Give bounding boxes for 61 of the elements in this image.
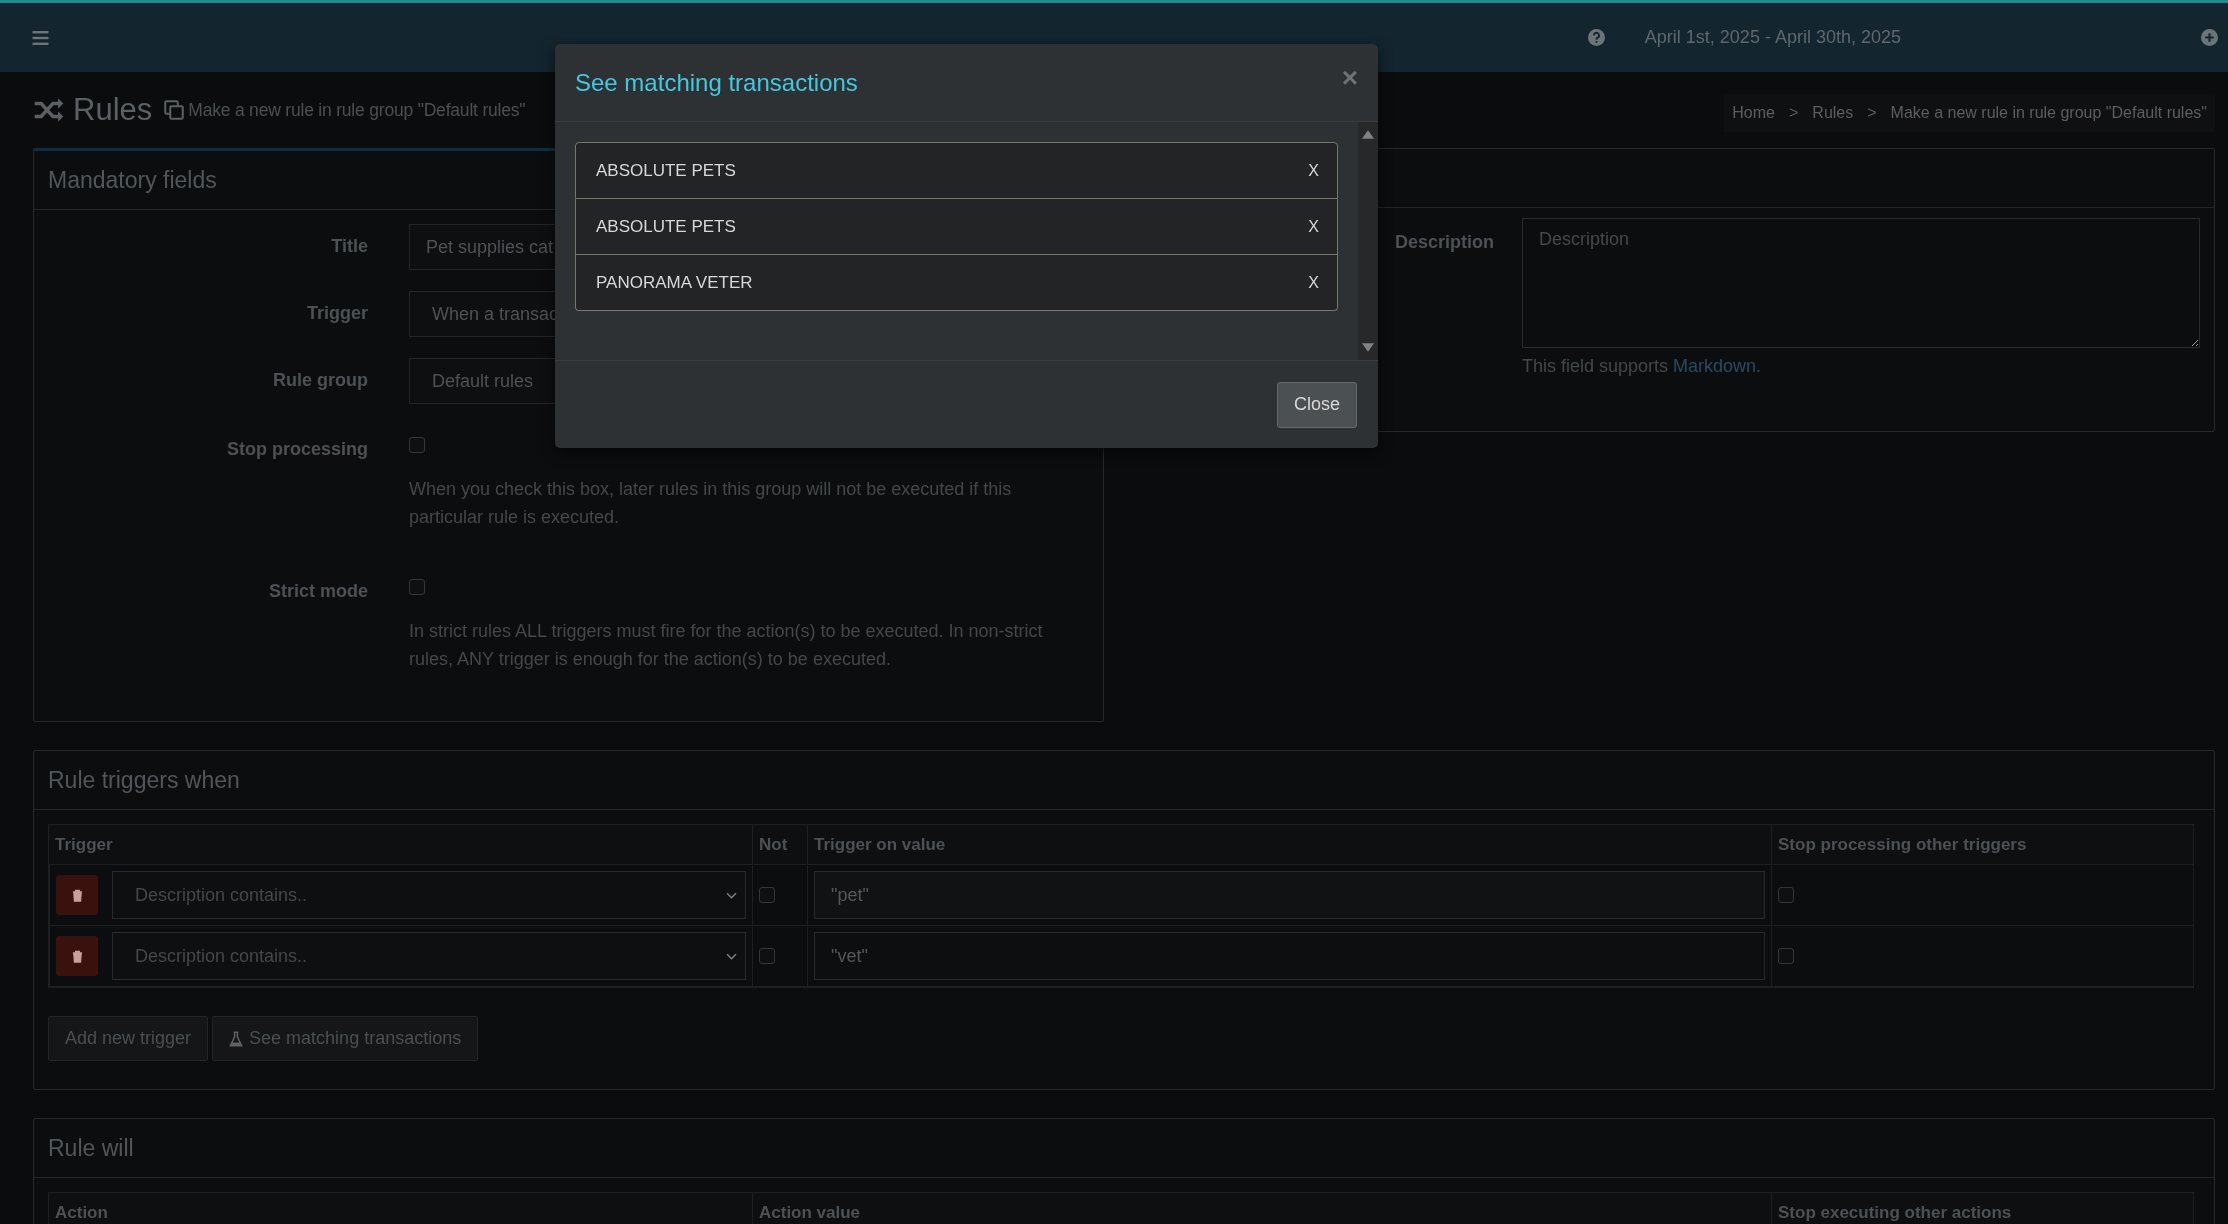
checkbox[interactable] (759, 887, 775, 903)
copy-icon (164, 100, 185, 120)
scrollbar[interactable] (1358, 122, 1378, 360)
help-text: When you check this box, later rules in this group will not be executed if this particular rule is executed. (409, 478, 1013, 529)
add-icon[interactable] (2201, 29, 2218, 46)
panel-heading: Mandatory fields (48, 166, 217, 194)
markdown-link[interactable]: Markdown (1673, 356, 1757, 376)
field-label: Strict mode (267, 580, 368, 603)
checkbox[interactable] (1778, 948, 1794, 964)
page-title: Rules (73, 92, 153, 128)
help-icon[interactable] (1587, 29, 1605, 46)
field-label: Title (330, 235, 368, 258)
flask-icon (229, 1030, 244, 1047)
remove-button[interactable]: X (1308, 273, 1319, 292)
see-matching-button[interactable]: See matching transactions (212, 1016, 479, 1061)
modal-title: See matching transactions (575, 68, 858, 97)
field-label: Stop processing (225, 438, 368, 461)
trash-icon (71, 949, 83, 963)
help-text: This field supports Markdown. (1522, 356, 1763, 377)
add-trigger-button[interactable]: Add new trigger (48, 1016, 209, 1061)
panel-heading: Rule will (48, 1134, 134, 1162)
date-range[interactable]: April 1st, 2025 - April 30th, 2025 (1644, 27, 1901, 48)
delete-button[interactable] (56, 875, 98, 915)
remove-button[interactable]: X (1308, 217, 1319, 236)
field-label: Description (1394, 232, 1494, 253)
close-button[interactable]: × (1341, 61, 1358, 94)
value-field[interactable]: "pet" (814, 871, 1765, 919)
panel-heading: Rule triggers when (48, 766, 240, 794)
checkbox[interactable] (409, 437, 425, 453)
chevron-icon (726, 891, 737, 899)
breadcrumb-item: Make a new rule in rule group "Default rules" (1890, 104, 2207, 122)
transaction-name: PANORAMA VETER (596, 272, 753, 293)
checkbox[interactable] (1778, 887, 1794, 903)
field-label: Trigger (306, 302, 368, 325)
delete-button[interactable] (56, 936, 98, 976)
remove-button[interactable]: X (1308, 161, 1319, 180)
trigger-select[interactable]: Description contains.. (112, 871, 746, 919)
transaction-name: ABSOLUTE PETS (596, 160, 736, 181)
page-subtitle: Make a new rule in rule group "Default rules" (188, 99, 526, 121)
field-label: Rule group (272, 369, 368, 392)
value-field[interactable]: "vet" (814, 932, 1765, 980)
transaction-name: ABSOLUTE PETS (596, 216, 736, 237)
trash-icon (71, 888, 83, 902)
breadcrumb-item[interactable]: Home (1732, 104, 1775, 122)
help-text: In strict rules ALL triggers must fire for the action(s) to be executed. In non-strict rules, ANY trigger is enough for the action(s) to be executed. (409, 620, 1044, 671)
scroll-up-icon[interactable] (1362, 130, 1374, 139)
trigger-select[interactable]: Description contains.. (112, 932, 746, 980)
column-header: Trigger on value (807, 825, 1771, 865)
scroll-down-icon[interactable] (1362, 343, 1374, 352)
chevron-icon (726, 952, 737, 960)
shuffle-icon (33, 97, 65, 123)
breadcrumb-separator: > (1789, 104, 1799, 122)
menu-icon[interactable] (32, 30, 49, 45)
column-header: Stop processing other triggers (1771, 825, 2193, 865)
checkbox[interactable] (409, 579, 425, 595)
close-button[interactable]: Close (1276, 381, 1357, 428)
column-header: Not (752, 825, 807, 865)
checkbox[interactable] (759, 948, 775, 964)
description-field[interactable]: Description (1522, 218, 2200, 348)
breadcrumb-item[interactable]: Rules (1812, 104, 1854, 122)
breadcrumb-separator: > (1867, 104, 1877, 122)
